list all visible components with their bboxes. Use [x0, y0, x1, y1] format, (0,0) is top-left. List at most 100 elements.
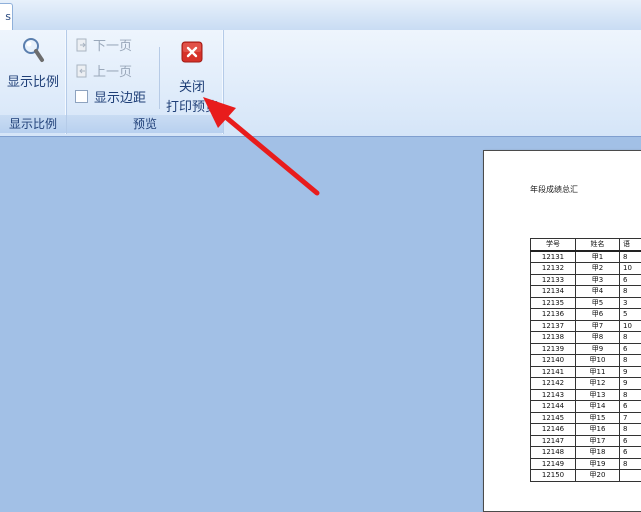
- show-margins-label: 显示边距: [94, 91, 146, 106]
- table-cell: 甲9: [576, 343, 620, 355]
- table-cell: 甲5: [576, 297, 620, 309]
- table-cell: 8: [620, 424, 641, 436]
- table-row: 12140甲108: [531, 355, 641, 367]
- table-row: 12146甲168: [531, 424, 641, 436]
- table-cell: 6: [620, 435, 641, 447]
- next-page-icon: [75, 38, 89, 52]
- table-cell: 甲7: [576, 320, 620, 332]
- table-cell: 12138: [531, 332, 576, 344]
- grades-table: 学号 姓名 语 12131甲1812132甲21012133甲3612134甲4…: [530, 238, 641, 482]
- table-cell: 9: [620, 378, 641, 390]
- table-row: 12147甲176: [531, 435, 641, 447]
- table-cell: 9: [620, 366, 641, 378]
- table-row: 12145甲157: [531, 412, 641, 424]
- prev-page-label: 上一页: [93, 65, 132, 80]
- table-cell: 12135: [531, 297, 576, 309]
- table-cell: 3: [620, 297, 641, 309]
- table-cell: 12149: [531, 458, 576, 470]
- table-cell: 甲18: [576, 447, 620, 459]
- table-row: 12131甲18: [531, 251, 641, 263]
- table-row: 12141甲119: [531, 366, 641, 378]
- table-row: 12144甲146: [531, 401, 641, 413]
- table-cell: 甲11: [576, 366, 620, 378]
- table-cell: 甲14: [576, 401, 620, 413]
- close-label-line1: 关闭: [161, 76, 223, 95]
- table-row: 12135甲53: [531, 297, 641, 309]
- next-page-label: 下一页: [93, 39, 132, 54]
- table-row: 12150甲20: [531, 470, 641, 482]
- table-header-row: 学号 姓名 语: [531, 239, 641, 251]
- zoom-button[interactable]: 显示比例: [4, 36, 62, 90]
- table-row: 12138甲88: [531, 332, 641, 344]
- table-cell: 6: [620, 343, 641, 355]
- table-cell: 甲20: [576, 470, 620, 482]
- table-cell: 12147: [531, 435, 576, 447]
- table-cell: 甲10: [576, 355, 620, 367]
- table-cell: 6: [620, 447, 641, 459]
- table-row: 12148甲186: [531, 447, 641, 459]
- table-cell: 12132: [531, 263, 576, 275]
- table-cell: 甲15: [576, 412, 620, 424]
- table-cell: 甲1: [576, 251, 620, 263]
- table-row: 12143甲138: [531, 389, 641, 401]
- table-cell: 12136: [531, 309, 576, 321]
- table-cell: 甲17: [576, 435, 620, 447]
- close-preview-icon: [161, 40, 223, 66]
- table-cell: 12134: [531, 286, 576, 298]
- zoom-group: 显示比例 显示比例: [0, 30, 67, 134]
- close-preview-button[interactable]: 关闭 打印预览: [161, 40, 223, 115]
- table-row: 12149甲198: [531, 458, 641, 470]
- table-row: 12134甲48: [531, 286, 641, 298]
- table-row: 12132甲210: [531, 263, 641, 275]
- prev-page-icon: [75, 64, 89, 78]
- table-row: 12136甲65: [531, 309, 641, 321]
- table-cell: 7: [620, 412, 641, 424]
- group-separator: [159, 47, 160, 109]
- table-row: 12142甲129: [531, 378, 641, 390]
- table-row: 12137甲710: [531, 320, 641, 332]
- table-cell: 甲3: [576, 274, 620, 286]
- prev-page-button[interactable]: 上一页: [75, 63, 132, 83]
- column-header: 姓名: [576, 239, 620, 251]
- table-cell: 甲2: [576, 263, 620, 275]
- table-cell: 12148: [531, 447, 576, 459]
- table-cell: 8: [620, 332, 641, 344]
- table-cell: 10: [620, 263, 641, 275]
- next-page-button[interactable]: 下一页: [75, 37, 132, 57]
- tab-stub[interactable]: s: [0, 3, 13, 30]
- column-header: 语: [620, 239, 641, 251]
- show-margins-checkbox[interactable]: 显示边距: [75, 89, 146, 109]
- table-cell: 甲4: [576, 286, 620, 298]
- ribbon: 显示比例 显示比例 下一页 上一页 显示边距: [0, 30, 641, 137]
- table-cell: 甲8: [576, 332, 620, 344]
- table-cell: 8: [620, 286, 641, 298]
- table-cell: 甲12: [576, 378, 620, 390]
- table-cell: 8: [620, 389, 641, 401]
- table-cell: 甲13: [576, 389, 620, 401]
- table-cell: 12137: [531, 320, 576, 332]
- margins-checkbox-box[interactable]: [75, 90, 88, 103]
- document-title: 年段成绩总汇: [530, 184, 578, 195]
- table-cell: 12141: [531, 366, 576, 378]
- column-header: 学号: [531, 239, 576, 251]
- title-bar: s: [0, 0, 641, 31]
- table-cell: 甲19: [576, 458, 620, 470]
- table-cell: 10: [620, 320, 641, 332]
- table-cell: 12131: [531, 251, 576, 263]
- table-cell: 8: [620, 251, 641, 263]
- table-cell: 6: [620, 274, 641, 286]
- table-row: 12139甲96: [531, 343, 641, 355]
- table-cell: 12145: [531, 412, 576, 424]
- preview-group-label: 预览: [67, 115, 223, 133]
- table-cell: [620, 470, 641, 482]
- table-row: 12133甲36: [531, 274, 641, 286]
- table-cell: 8: [620, 458, 641, 470]
- table-cell: 12142: [531, 378, 576, 390]
- zoom-group-label: 显示比例: [0, 115, 66, 133]
- table-cell: 12143: [531, 389, 576, 401]
- zoom-button-label: 显示比例: [4, 71, 62, 90]
- table-cell: 12139: [531, 343, 576, 355]
- table-cell: 6: [620, 401, 641, 413]
- table-cell: 甲16: [576, 424, 620, 436]
- preview-group: 下一页 上一页 显示边距 关闭 打印预览: [67, 30, 224, 134]
